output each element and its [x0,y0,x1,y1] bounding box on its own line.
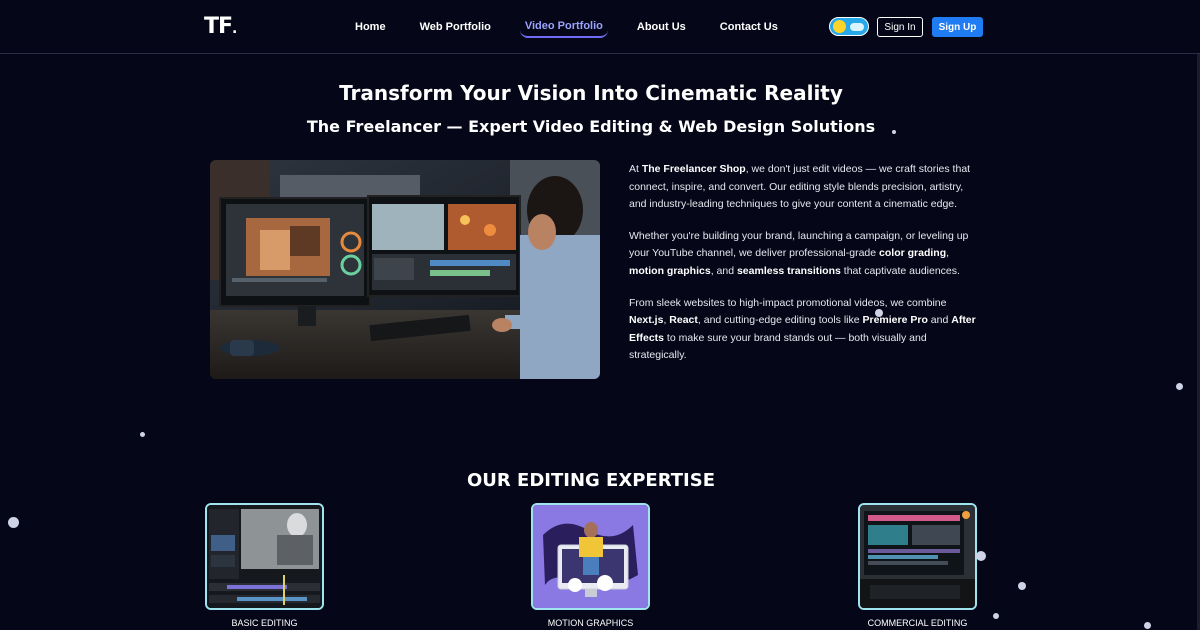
about-paragraph-3: From sleek websites to high-impact promo… [629,295,979,365]
expertise-card-motion-graphics[interactable] [531,503,650,610]
theme-toggle[interactable] [829,17,869,36]
toggle-knob-icon [833,20,846,33]
text-span: At [629,163,642,175]
highlight-premiere-pro: Premiere Pro [862,314,928,327]
text-span: From sleek websites to high-impact promo… [629,296,947,309]
basic-editing-thumbnail [207,505,322,608]
expertise-title: OUR EDITING EXPERTISE [466,470,715,491]
toggle-pill-icon [850,23,864,31]
nav-link-contact-us[interactable]: Contact Us [715,17,783,37]
expertise-label-motion-graphics: MOTION GRAPHICS [547,618,634,628]
brand-name: The Freelancer Shop [641,163,746,175]
text-span: to make sure your brand stands out — bot… [629,331,927,362]
text-span: , [946,247,950,260]
particle-dot [976,551,986,561]
particle-dot [1176,383,1183,390]
hero-subtitle: The Freelancer — Expert Video Editing & … [306,117,876,136]
highlight-color-grading: color grading [879,247,947,260]
hero-title: Transform Your Vision Into Cinematic Rea… [339,81,843,105]
nav-link-home[interactable]: Home [350,17,391,37]
particle-dot [892,130,896,134]
workstation-illustration [210,160,600,379]
motion-graphics-thumbnail [533,505,648,608]
highlight-motion-graphics: motion graphics [629,264,711,277]
about-copy: At The Freelancer Shop, we don't just ed… [629,161,979,379]
particle-dot [875,309,883,317]
particle-dot [140,432,145,437]
video-editing-workstation-image [210,160,600,379]
nav-link-about-us[interactable]: About Us [632,17,691,37]
text-span: , and cutting-edge editing tools like [697,314,863,327]
logo-text: TF [204,14,233,39]
particle-dot [993,613,999,619]
highlight-react: React [669,314,698,327]
expertise-label-commercial-editing: COMMERCIAL EDITING [867,618,968,628]
sign-up-button[interactable]: Sign Up [932,17,983,37]
text-span: and [927,314,952,327]
about-paragraph-1: At The Freelancer Shop, we don't just ed… [629,161,979,214]
about-paragraph-2: Whether you're building your brand, laun… [629,228,979,281]
particle-dot [1018,582,1026,590]
nav-link-video-portfolio[interactable]: Video Portfolio [519,16,608,38]
highlight-seamless-transitions: seamless transitions [736,264,841,277]
brand-logo[interactable]: TF. [204,14,237,39]
nav-link-web-portfolio[interactable]: Web Portfolio [415,17,496,37]
particle-dot [1144,622,1151,629]
text-span: that captivate audiences. [840,264,960,277]
expertise-card-basic-editing[interactable] [205,503,324,610]
expertise-label-basic-editing: BASIC EDITING [231,618,298,628]
highlight-nextjs: Next.js [629,314,664,327]
particle-dot [8,517,19,528]
nav-links: Home Web Portfolio Video Portfolio About… [350,0,807,54]
commercial-editing-thumbnail [860,505,975,608]
logo-dot: . [232,21,237,37]
navbar: TF. Home Web Portfolio Video Portfolio A… [0,0,1200,54]
expertise-card-commercial-editing[interactable] [858,503,977,610]
sign-in-button[interactable]: Sign In [877,17,923,37]
text-span: , and [710,264,737,277]
